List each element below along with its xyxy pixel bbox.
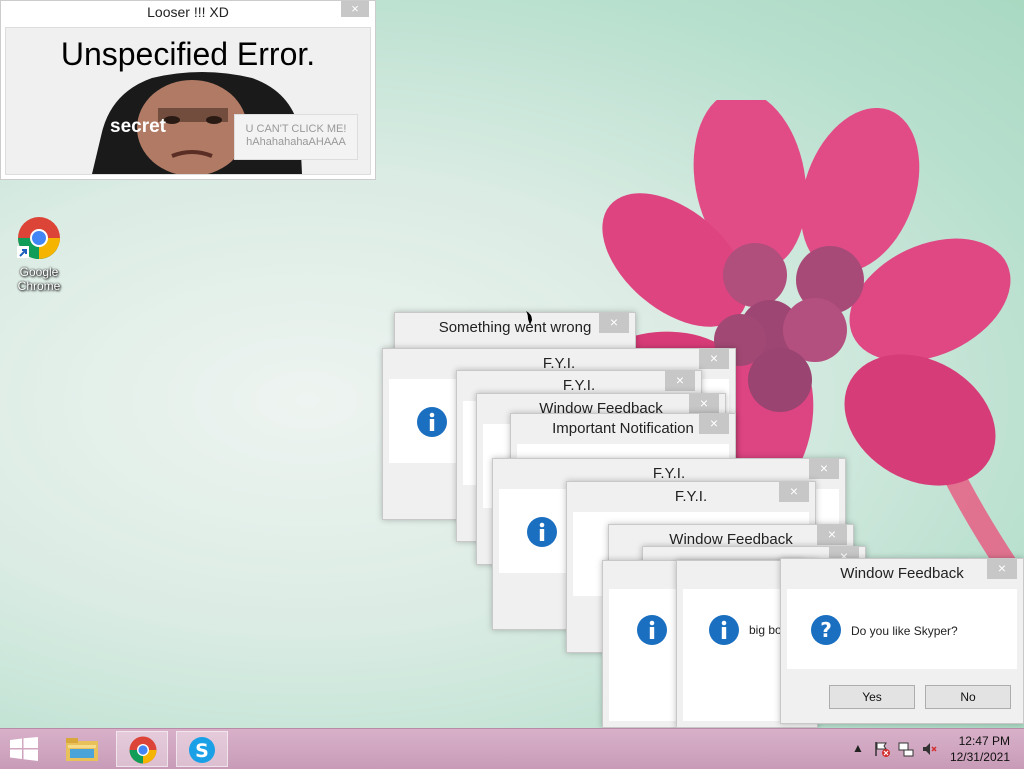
info-icon — [417, 407, 447, 437]
clock-date: 12/31/2021 — [949, 750, 1010, 764]
taskbar-file-explorer[interactable] — [56, 731, 108, 767]
no-button[interactable]: No — [925, 685, 1011, 709]
info-icon — [637, 615, 667, 645]
taskbar: S ▲ 12:47 PM 12/31/2021 — [0, 728, 1024, 769]
system-clock[interactable]: 12:47 PM 12/31/2021 — [950, 733, 1010, 765]
taskbar-google-chrome[interactable] — [116, 731, 168, 767]
question-icon: ? — [811, 615, 841, 645]
window-title: Looser !!! XD — [147, 4, 229, 20]
volume-muted-icon[interactable] — [922, 741, 938, 757]
info-icon — [709, 615, 739, 645]
secret-label: secret — [110, 116, 166, 137]
cant-click-button[interactable]: U CAN'T CLICK ME! hAhahahahaAHAAA — [234, 114, 358, 160]
close-button[interactable]: × — [689, 394, 719, 414]
close-button[interactable]: × — [599, 313, 629, 333]
window-body: ? Do you like Skyper? — [787, 589, 1017, 669]
clock-time: 12:47 PM — [958, 734, 1010, 748]
close-button[interactable]: × — [699, 349, 729, 369]
network-icon[interactable] — [898, 741, 914, 757]
window-message: Do you like Skyper? — [851, 624, 958, 638]
svg-text:S: S — [195, 740, 209, 762]
close-button[interactable]: × — [987, 559, 1017, 579]
window-title: F.Y.I. — [674, 488, 708, 505]
error-heading: Unspecified Error. — [60, 36, 316, 72]
taskbar-skype[interactable]: S — [176, 731, 228, 767]
desktop-icon-label: Google Chrome — [17, 265, 61, 293]
google-chrome-icon — [129, 736, 157, 764]
error-window: Looser !!! XD × Unspecified Error. secre… — [0, 0, 376, 180]
folder-icon — [66, 738, 98, 761]
close-button[interactable]: × — [341, 1, 369, 17]
cant-click-line2: hAhahahahaAHAAA — [246, 136, 346, 148]
yes-button[interactable]: Yes — [829, 685, 915, 709]
start-button[interactable] — [10, 737, 38, 761]
skype-icon: S — [189, 737, 215, 763]
desktop-icon-google-chrome[interactable]: Google Chrome — [10, 216, 68, 293]
svg-text:?: ? — [820, 618, 832, 642]
close-button[interactable]: × — [699, 414, 729, 434]
close-button[interactable]: × — [779, 482, 809, 502]
close-button[interactable]: × — [817, 525, 847, 545]
cant-click-line1: U CAN'T CLICK ME! — [245, 123, 347, 135]
tray-overflow-icon[interactable]: ▲ — [852, 741, 864, 755]
error-panel: Unspecified Error. secret U CAN'T CLICK … — [5, 27, 371, 175]
close-button[interactable]: × — [665, 371, 695, 391]
close-button[interactable]: × — [809, 459, 839, 479]
action-center-flag-icon[interactable] — [874, 741, 890, 757]
busy-cursor-icon — [526, 311, 532, 325]
info-icon — [527, 517, 557, 547]
window-message: big bo — [749, 623, 782, 637]
google-chrome-icon — [17, 217, 60, 260]
popup-window-window-feedback-question: Window Feedback × ? Do you like Skyper? … — [780, 558, 1024, 724]
